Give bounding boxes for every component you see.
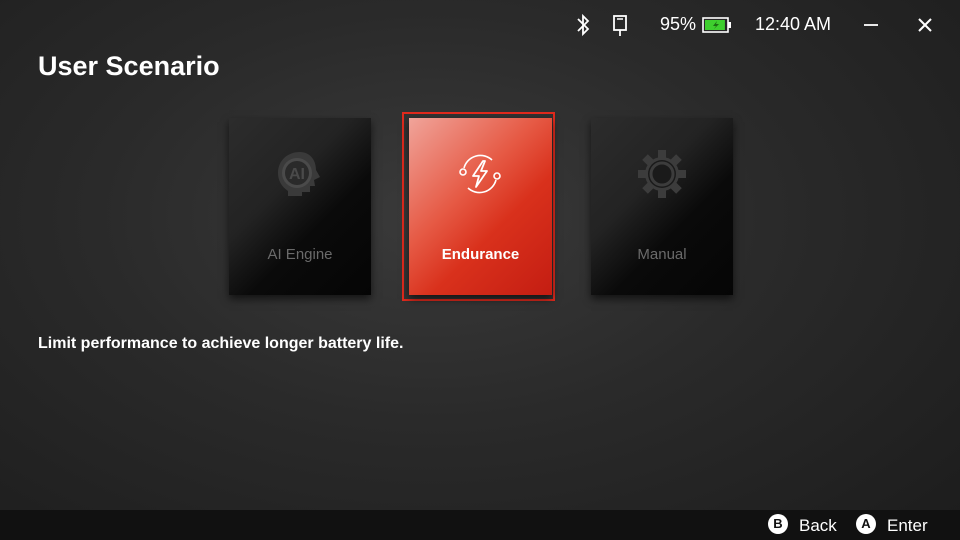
footer-bar: B Back A Enter [0,510,960,540]
endurance-icon [459,154,501,194]
ai-engine-icon: AI [278,152,320,196]
minimize-button[interactable] [856,10,886,40]
bluetooth-icon [577,13,590,37]
page-title: User Scenario [38,51,220,81]
scenario-card-manual[interactable]: Manual [591,118,733,295]
gear-icon [638,150,686,198]
scenario-card-endurance[interactable]: Endurance [409,118,552,295]
svg-text:AI: AI [289,166,305,183]
enter-button[interactable]: A Enter [856,510,931,540]
b-button-icon: B [768,514,788,534]
battery-percentage: 95% [660,14,697,34]
status-bar: 95% 12:40 AM [0,0,960,50]
scenario-label: AI Engine [267,246,333,263]
device-sd-card-icon [613,15,627,36]
enter-label: Enter [887,516,928,535]
close-button[interactable] [910,10,940,40]
scenario-label: Manual [637,246,687,263]
back-button[interactable]: B Back [768,510,838,540]
a-button-icon: A [856,514,876,534]
scenario-card-ai-engine[interactable]: AI AI Engine [229,118,371,295]
battery-icon [702,17,731,33]
scenario-label: Endurance [441,246,520,263]
back-label: Back [799,516,837,535]
scenario-description: Limit performance to achieve longer batt… [38,335,404,352]
clock: 12:40 AM [755,14,832,34]
